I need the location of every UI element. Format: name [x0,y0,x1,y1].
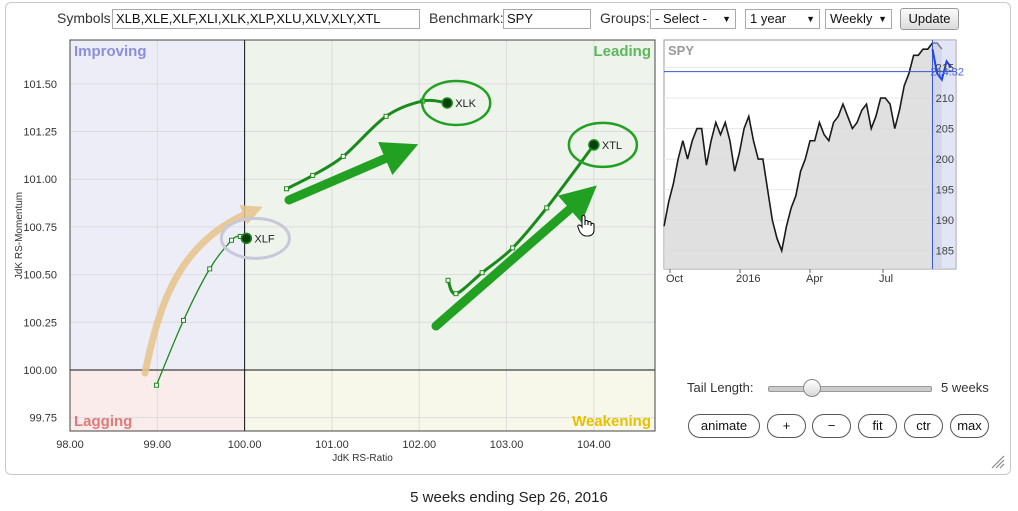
spy-y-tick-label: 205 [936,124,954,136]
tail-length-slider[interactable] [802,379,821,397]
resize-grip-icon[interactable] [990,454,1006,470]
spy-y-tick-label: 210 [936,93,954,105]
max-button[interactable]: max [950,414,989,438]
spy-x-tick-label: 2016 [736,273,760,285]
spy-y-tick-label: 185 [936,246,954,258]
tail-length-value: 5 weeks [941,380,989,395]
zoom-in-button[interactable]: + [767,414,806,438]
spy-x-tick-label: Apr [806,273,823,285]
spy-title: SPY [668,43,694,58]
animate-button[interactable]: animate [688,414,760,438]
zoom-out-button[interactable]: − [812,414,851,438]
tail-length-label: Tail Length: [687,380,754,395]
fit-button[interactable]: fit [858,414,897,438]
spy-y-tick-label: 195 [936,185,954,197]
spy-y-tick-label: 200 [936,154,954,166]
caption: 5 weeks ending Sep 26, 2016 [410,489,608,506]
tail-length-track[interactable] [768,386,932,392]
spy-y-tick-label: 190 [936,215,954,227]
center-button[interactable]: ctr [904,414,943,438]
spy-x-tick-label: Jul [879,273,893,285]
spy-x-tick-label: Oct [666,273,683,285]
spy-last-value-label: 214.32 [930,67,964,79]
